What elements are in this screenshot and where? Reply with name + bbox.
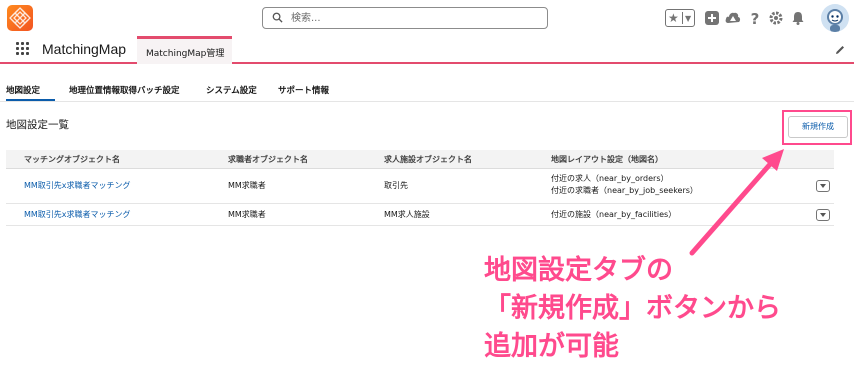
annotation-text: 地図設定タブの 「新規作成」ボタンから 追加が可能	[484, 252, 781, 366]
annotation-line: 「新規作成」ボタンから	[484, 293, 781, 324]
annotation-line: 地図設定タブの	[484, 255, 673, 286]
annotation-line: 追加が可能	[484, 331, 619, 362]
